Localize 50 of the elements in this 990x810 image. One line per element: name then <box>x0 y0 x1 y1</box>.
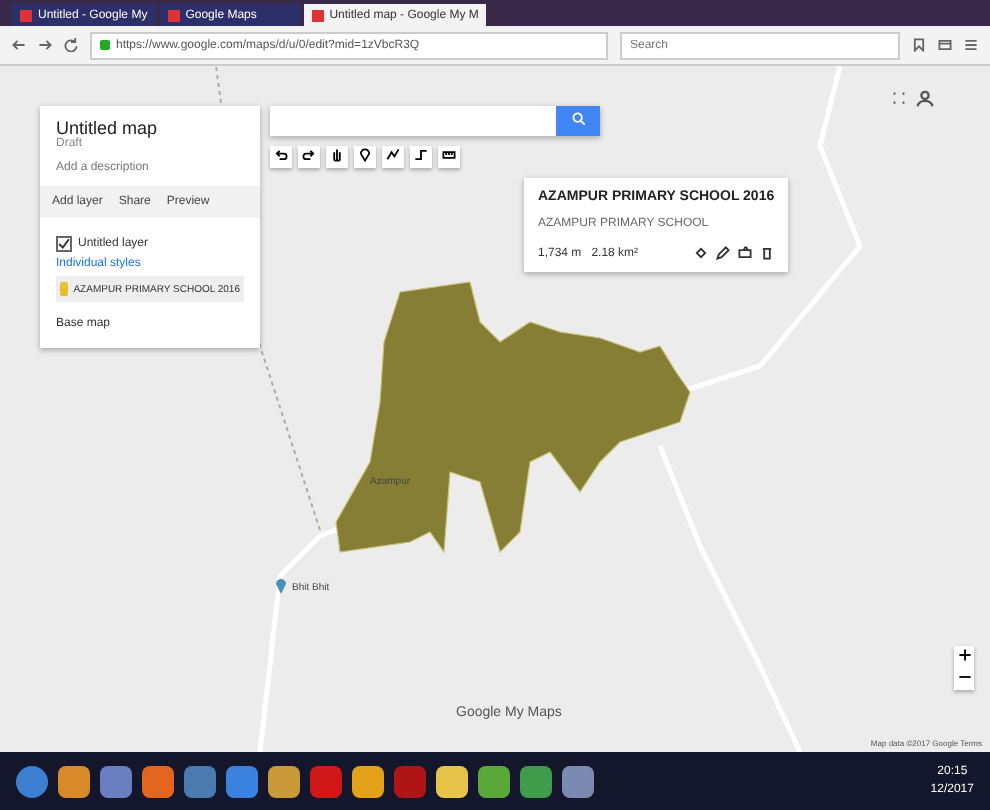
taskbar-app-icon[interactable] <box>352 766 384 798</box>
bookmarks-icon[interactable] <box>912 38 926 52</box>
taskbar-app-icon[interactable] <box>520 766 552 798</box>
taskbar-app-icon[interactable] <box>562 766 594 798</box>
ruler-icon <box>442 148 456 162</box>
apps-grid-icon[interactable] <box>890 90 908 108</box>
layer-checkbox[interactable] <box>56 236 72 252</box>
undo-icon <box>274 148 288 162</box>
plus-icon <box>957 648 971 662</box>
reload-icon[interactable] <box>64 38 78 52</box>
account-icon[interactable] <box>916 90 934 108</box>
taskbar-app-icon[interactable] <box>58 766 90 798</box>
search-icon <box>571 112 585 126</box>
zoom-out-button[interactable] <box>954 668 974 690</box>
route-icon <box>414 148 428 162</box>
map-tool-button[interactable] <box>354 146 376 168</box>
taskbar-app-icon[interactable] <box>100 766 132 798</box>
redo-icon <box>302 148 316 162</box>
map-search-field[interactable] <box>270 106 600 136</box>
search-button[interactable] <box>556 106 600 136</box>
map-tool-button[interactable] <box>298 146 320 168</box>
taskbar-app-icon[interactable] <box>142 766 174 798</box>
taskbar-app-icon[interactable] <box>478 766 510 798</box>
map-title[interactable]: Untitled map <box>56 118 244 138</box>
zoom-in-button[interactable] <box>954 646 974 668</box>
taskbar-app-icon[interactable] <box>226 766 258 798</box>
taskbar-app-icon[interactable] <box>268 766 300 798</box>
marker-icon <box>358 148 372 162</box>
forward-arrow-icon[interactable] <box>38 38 52 52</box>
pencil-icon[interactable] <box>716 246 730 260</box>
map-polygon[interactable] <box>335 281 691 554</box>
favicon-icon <box>311 9 324 21</box>
line-icon <box>386 148 400 162</box>
map-tool-button[interactable] <box>270 146 292 168</box>
taskbar-app-icon[interactable] <box>436 766 468 798</box>
favicon-icon <box>20 9 32 21</box>
trash-icon[interactable] <box>760 246 774 260</box>
window-icon[interactable] <box>938 38 952 52</box>
back-arrow-icon[interactable] <box>12 38 26 52</box>
map-tool-button[interactable] <box>410 146 432 168</box>
start-icon[interactable] <box>16 766 48 798</box>
favicon-icon <box>167 9 180 21</box>
minus-icon <box>957 670 971 684</box>
map-tool-button[interactable] <box>438 146 460 168</box>
lock-icon <box>100 40 110 50</box>
map-tool-button[interactable] <box>326 146 348 168</box>
menu-icon[interactable] <box>964 38 978 52</box>
map-tool-button[interactable] <box>382 146 404 168</box>
hand-icon <box>330 148 344 162</box>
map-pin-icon[interactable] <box>276 578 286 594</box>
